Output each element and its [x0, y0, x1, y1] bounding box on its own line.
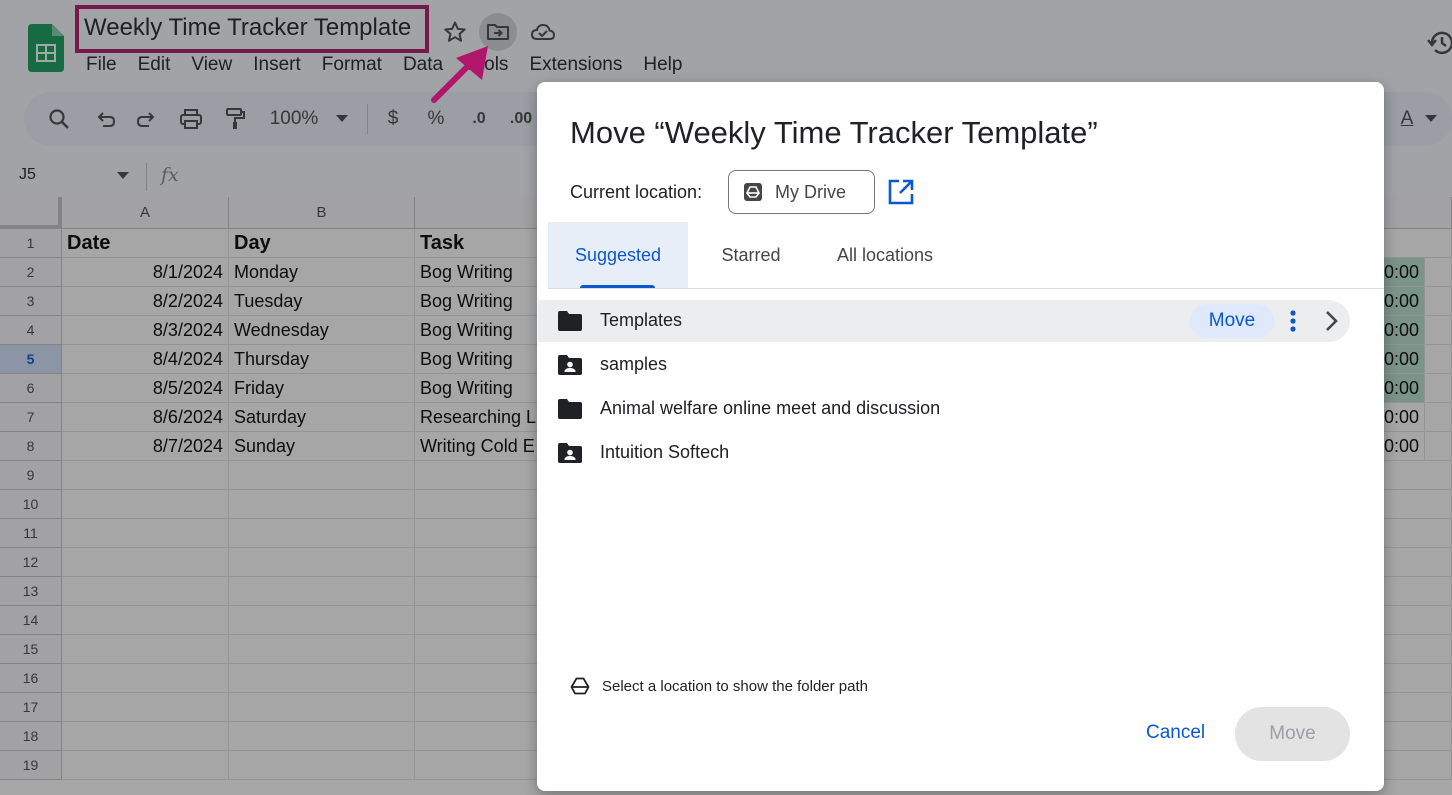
folder-name: Animal welfare online meet and discussio…	[600, 398, 941, 418]
open-in-new-icon[interactable]	[887, 178, 915, 206]
drive-icon	[744, 183, 762, 201]
cancel-button[interactable]: Cancel	[1130, 710, 1221, 756]
tab-all-locations-label: All locations	[836, 244, 934, 265]
move-dialog: Move “Weekly Time Tracker Template” Curr…	[537, 82, 1384, 791]
tab-suggested[interactable]: Suggested	[548, 222, 688, 288]
more-vert-icon[interactable]	[1286, 308, 1300, 334]
active-tab-indicator	[580, 285, 655, 288]
folder-row-samples[interactable]: samples	[538, 344, 1350, 386]
current-location-chip[interactable]: My Drive	[728, 170, 875, 214]
folder-icon	[558, 399, 582, 419]
current-location-label: Current location:	[570, 182, 703, 202]
folder-name: Intuition Softech	[600, 442, 730, 462]
drive-icon	[570, 677, 590, 695]
move-button[interactable]: Move	[1235, 707, 1350, 761]
folder-row-animal-welfare[interactable]: Animal welfare online meet and discussio…	[538, 388, 1350, 430]
folder-path-hint-text: Select a location to show the folder pat…	[602, 677, 869, 695]
dialog-title: Move “Weekly Time Tracker Template”	[570, 115, 1098, 150]
tab-starred[interactable]: Starred	[696, 222, 806, 288]
tab-suggested-label: Suggested	[574, 244, 662, 265]
location-tabs: Suggested Starred All locations	[548, 222, 1384, 289]
folder-row-intuition-softech[interactable]: Intuition Softech	[538, 432, 1350, 474]
folder-icon	[558, 311, 582, 331]
tab-starred-label: Starred	[721, 244, 781, 265]
folder-name: samples	[600, 354, 668, 374]
folder-name: Templates	[600, 310, 683, 330]
shared-folder-icon	[558, 443, 582, 463]
chevron-right-icon[interactable]	[1320, 308, 1342, 334]
current-location-name: My Drive	[775, 181, 846, 202]
tab-all-locations[interactable]: All locations	[814, 222, 956, 288]
folder-row-templates[interactable]: Templates Move	[538, 300, 1350, 342]
shared-folder-icon	[558, 355, 582, 375]
row-move-button[interactable]: Move	[1190, 304, 1274, 338]
folder-path-hint: Select a location to show the folder pat…	[570, 677, 868, 695]
